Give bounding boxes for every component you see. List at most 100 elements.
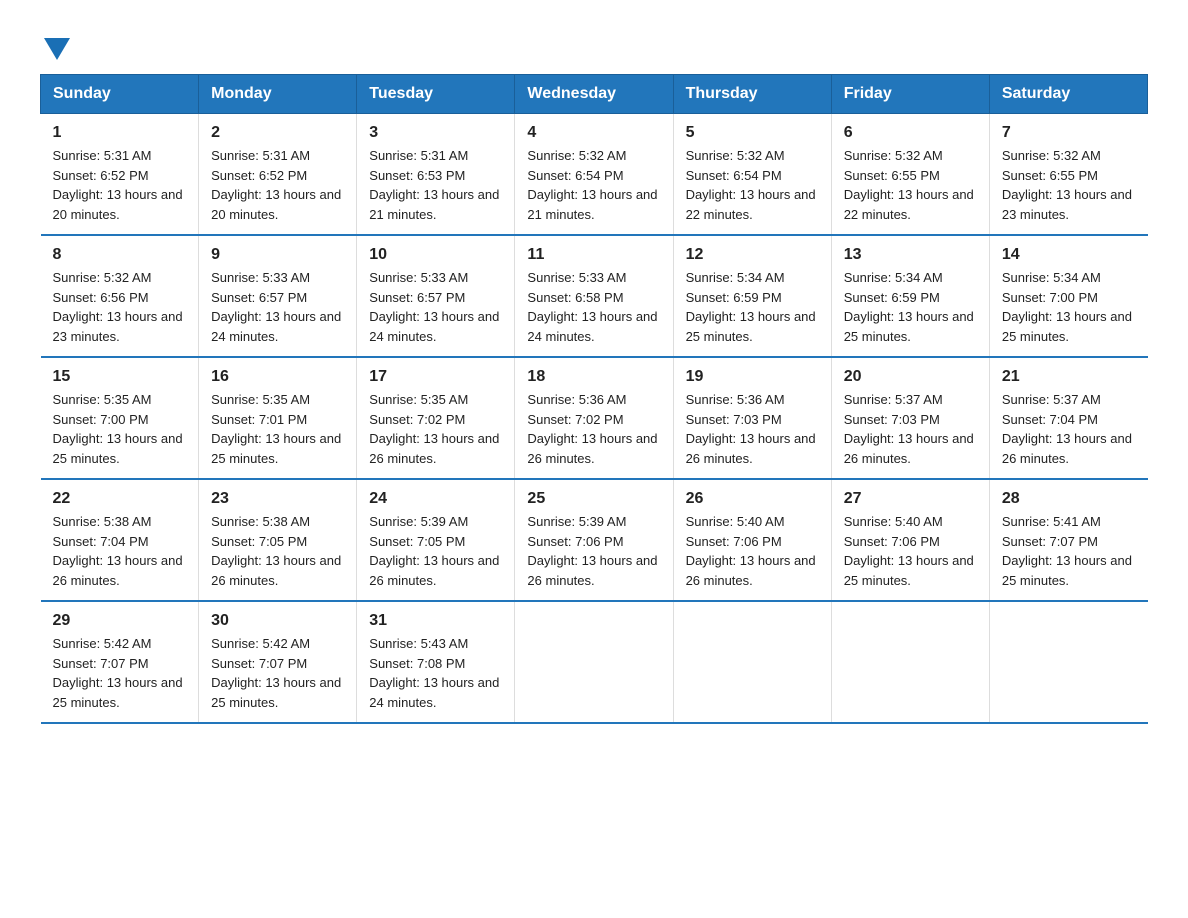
day-info: Sunrise: 5:33 AMSunset: 6:57 PMDaylight:…	[369, 268, 502, 346]
day-number: 27	[844, 490, 977, 508]
day-info: Sunrise: 5:34 AMSunset: 7:00 PMDaylight:…	[1002, 268, 1136, 346]
day-info: Sunrise: 5:40 AMSunset: 7:06 PMDaylight:…	[844, 512, 977, 590]
day-info: Sunrise: 5:31 AMSunset: 6:52 PMDaylight:…	[53, 146, 187, 224]
day-number: 30	[211, 612, 344, 630]
calendar-table: SundayMondayTuesdayWednesdayThursdayFrid…	[40, 74, 1148, 724]
calendar-week-row: 15Sunrise: 5:35 AMSunset: 7:00 PMDayligh…	[41, 357, 1148, 479]
calendar-cell: 31 Sunrise: 5:43 AMSunset: 7:08 PMDayligh…	[357, 601, 515, 723]
calendar-cell: 12 Sunrise: 5:34 AMSunset: 6:59 PMDayligh…	[673, 235, 831, 357]
calendar-cell: 23 Sunrise: 5:38 AMSunset: 7:05 PMDayligh…	[199, 479, 357, 601]
day-number: 13	[844, 246, 977, 264]
day-number: 8	[53, 246, 187, 264]
day-info: Sunrise: 5:36 AMSunset: 7:03 PMDaylight:…	[686, 390, 819, 468]
day-info: Sunrise: 5:42 AMSunset: 7:07 PMDaylight:…	[211, 634, 344, 712]
day-number: 7	[1002, 124, 1136, 142]
day-number: 23	[211, 490, 344, 508]
col-header-friday: Friday	[831, 75, 989, 114]
logo-triangle-icon	[42, 32, 72, 62]
calendar-cell: 25 Sunrise: 5:39 AMSunset: 7:06 PMDayligh…	[515, 479, 673, 601]
col-header-saturday: Saturday	[989, 75, 1147, 114]
calendar-cell: 2 Sunrise: 5:31 AMSunset: 6:52 PMDaylight…	[199, 114, 357, 236]
day-info: Sunrise: 5:34 AMSunset: 6:59 PMDaylight:…	[686, 268, 819, 346]
day-info: Sunrise: 5:31 AMSunset: 6:52 PMDaylight:…	[211, 146, 344, 224]
logo	[40, 30, 72, 54]
day-info: Sunrise: 5:35 AMSunset: 7:02 PMDaylight:…	[369, 390, 502, 468]
day-info: Sunrise: 5:32 AMSunset: 6:54 PMDaylight:…	[686, 146, 819, 224]
day-number: 19	[686, 368, 819, 386]
calendar-cell: 6Sunrise: 5:32 AMSunset: 6:55 PMDaylight…	[831, 114, 989, 236]
day-info: Sunrise: 5:33 AMSunset: 6:58 PMDaylight:…	[527, 268, 660, 346]
day-info: Sunrise: 5:32 AMSunset: 6:56 PMDaylight:…	[53, 268, 187, 346]
calendar-cell: 5 Sunrise: 5:32 AMSunset: 6:54 PMDaylight…	[673, 114, 831, 236]
day-info: Sunrise: 5:42 AMSunset: 7:07 PMDaylight:…	[53, 634, 187, 712]
calendar-cell: 4Sunrise: 5:32 AMSunset: 6:54 PMDaylight…	[515, 114, 673, 236]
day-number: 17	[369, 368, 502, 386]
day-info: Sunrise: 5:40 AMSunset: 7:06 PMDaylight:…	[686, 512, 819, 590]
calendar-cell: 30 Sunrise: 5:42 AMSunset: 7:07 PMDayligh…	[199, 601, 357, 723]
day-info: Sunrise: 5:32 AMSunset: 6:55 PMDaylight:…	[844, 146, 977, 224]
calendar-cell: 24 Sunrise: 5:39 AMSunset: 7:05 PMDayligh…	[357, 479, 515, 601]
day-number: 4	[527, 124, 660, 142]
page-header	[40, 30, 1148, 54]
calendar-cell: 1 Sunrise: 5:31 AMSunset: 6:52 PMDaylight…	[41, 114, 199, 236]
calendar-cell	[673, 601, 831, 723]
calendar-cell: 17 Sunrise: 5:35 AMSunset: 7:02 PMDayligh…	[357, 357, 515, 479]
day-number: 25	[527, 490, 660, 508]
calendar-cell: 20 Sunrise: 5:37 AMSunset: 7:03 PMDayligh…	[831, 357, 989, 479]
day-number: 5	[686, 124, 819, 142]
calendar-cell: 29Sunrise: 5:42 AMSunset: 7:07 PMDayligh…	[41, 601, 199, 723]
day-info: Sunrise: 5:43 AMSunset: 7:08 PMDaylight:…	[369, 634, 502, 712]
day-number: 10	[369, 246, 502, 264]
calendar-cell: 26 Sunrise: 5:40 AMSunset: 7:06 PMDayligh…	[673, 479, 831, 601]
calendar-header-row: SundayMondayTuesdayWednesdayThursdayFrid…	[41, 75, 1148, 114]
day-info: Sunrise: 5:39 AMSunset: 7:06 PMDaylight:…	[527, 512, 660, 590]
day-info: Sunrise: 5:33 AMSunset: 6:57 PMDaylight:…	[211, 268, 344, 346]
col-header-sunday: Sunday	[41, 75, 199, 114]
calendar-cell: 9 Sunrise: 5:33 AMSunset: 6:57 PMDaylight…	[199, 235, 357, 357]
calendar-cell: 11 Sunrise: 5:33 AMSunset: 6:58 PMDayligh…	[515, 235, 673, 357]
day-number: 18	[527, 368, 660, 386]
day-info: Sunrise: 5:35 AMSunset: 7:01 PMDaylight:…	[211, 390, 344, 468]
calendar-cell: 10 Sunrise: 5:33 AMSunset: 6:57 PMDayligh…	[357, 235, 515, 357]
day-number: 21	[1002, 368, 1136, 386]
col-header-wednesday: Wednesday	[515, 75, 673, 114]
day-number: 20	[844, 368, 977, 386]
day-info: Sunrise: 5:36 AMSunset: 7:02 PMDaylight:…	[527, 390, 660, 468]
day-number: 31	[369, 612, 502, 630]
day-info: Sunrise: 5:35 AMSunset: 7:00 PMDaylight:…	[53, 390, 187, 468]
day-number: 26	[686, 490, 819, 508]
calendar-cell	[989, 601, 1147, 723]
day-number: 9	[211, 246, 344, 264]
day-info: Sunrise: 5:37 AMSunset: 7:04 PMDaylight:…	[1002, 390, 1136, 468]
col-header-monday: Monday	[199, 75, 357, 114]
day-number: 22	[53, 490, 187, 508]
calendar-week-row: 8 Sunrise: 5:32 AMSunset: 6:56 PMDaylight…	[41, 235, 1148, 357]
calendar-cell: 28Sunrise: 5:41 AMSunset: 7:07 PMDayligh…	[989, 479, 1147, 601]
day-number: 16	[211, 368, 344, 386]
day-info: Sunrise: 5:34 AMSunset: 6:59 PMDaylight:…	[844, 268, 977, 346]
col-header-thursday: Thursday	[673, 75, 831, 114]
calendar-cell: 21 Sunrise: 5:37 AMSunset: 7:04 PMDayligh…	[989, 357, 1147, 479]
calendar-cell: 13 Sunrise: 5:34 AMSunset: 6:59 PMDayligh…	[831, 235, 989, 357]
calendar-cell: 16 Sunrise: 5:35 AMSunset: 7:01 PMDayligh…	[199, 357, 357, 479]
day-info: Sunrise: 5:38 AMSunset: 7:05 PMDaylight:…	[211, 512, 344, 590]
calendar-cell: 3 Sunrise: 5:31 AMSunset: 6:53 PMDaylight…	[357, 114, 515, 236]
calendar-cell	[831, 601, 989, 723]
calendar-cell: 22Sunrise: 5:38 AMSunset: 7:04 PMDayligh…	[41, 479, 199, 601]
col-header-tuesday: Tuesday	[357, 75, 515, 114]
calendar-cell: 18 Sunrise: 5:36 AMSunset: 7:02 PMDayligh…	[515, 357, 673, 479]
calendar-cell: 15Sunrise: 5:35 AMSunset: 7:00 PMDayligh…	[41, 357, 199, 479]
day-number: 24	[369, 490, 502, 508]
calendar-cell	[515, 601, 673, 723]
day-number: 1	[53, 124, 187, 142]
calendar-cell: 7Sunrise: 5:32 AMSunset: 6:55 PMDaylight…	[989, 114, 1147, 236]
day-info: Sunrise: 5:39 AMSunset: 7:05 PMDaylight:…	[369, 512, 502, 590]
day-info: Sunrise: 5:37 AMSunset: 7:03 PMDaylight:…	[844, 390, 977, 468]
day-info: Sunrise: 5:31 AMSunset: 6:53 PMDaylight:…	[369, 146, 502, 224]
day-number: 3	[369, 124, 502, 142]
day-number: 12	[686, 246, 819, 264]
calendar-cell: 19 Sunrise: 5:36 AMSunset: 7:03 PMDayligh…	[673, 357, 831, 479]
day-number: 2	[211, 124, 344, 142]
day-number: 11	[527, 246, 660, 264]
calendar-week-row: 29Sunrise: 5:42 AMSunset: 7:07 PMDayligh…	[41, 601, 1148, 723]
